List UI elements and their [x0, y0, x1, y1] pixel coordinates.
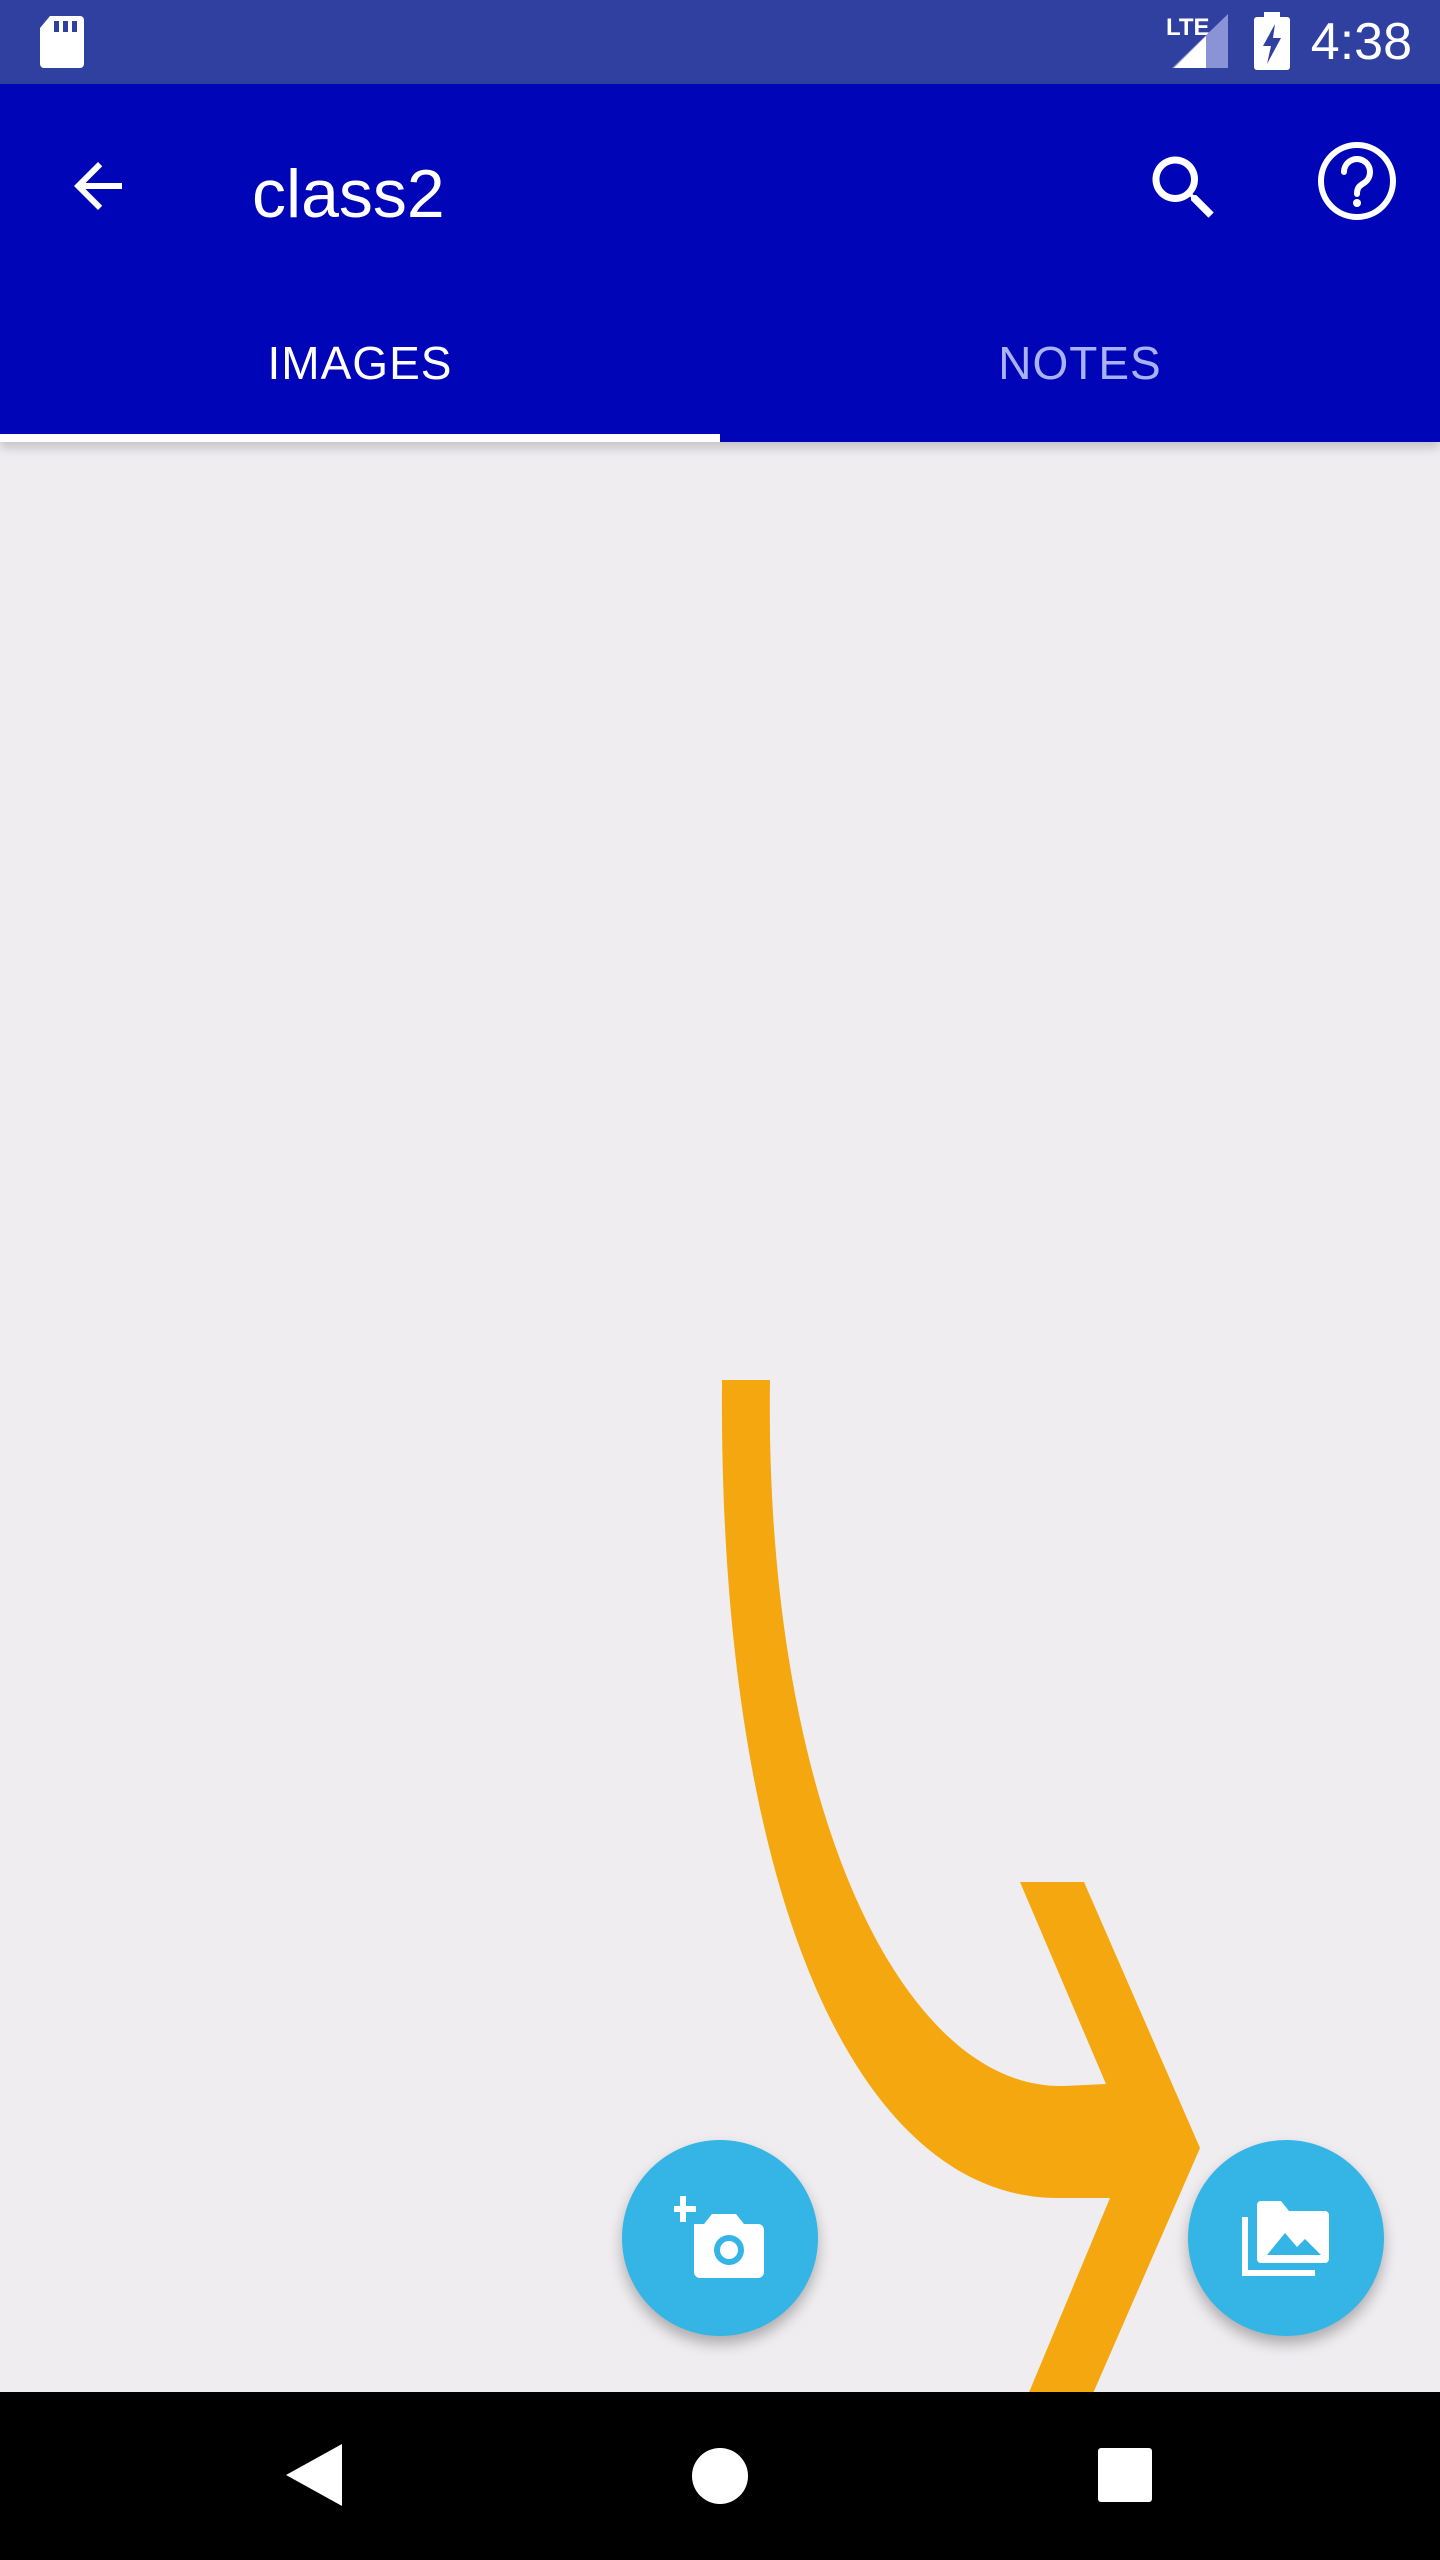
- system-nav-bar: [0, 2392, 1440, 2560]
- photo-library-folder-icon: [1242, 2201, 1329, 2276]
- add-a-photo-icon: [674, 2196, 764, 2278]
- add-from-gallery-button[interactable]: [1188, 2140, 1384, 2336]
- back-triangle-icon[interactable]: [286, 2444, 342, 2506]
- add-photo-button[interactable]: [622, 2140, 818, 2336]
- recents-square-icon[interactable]: [1098, 2448, 1152, 2502]
- home-circle-icon[interactable]: [690, 2446, 750, 2506]
